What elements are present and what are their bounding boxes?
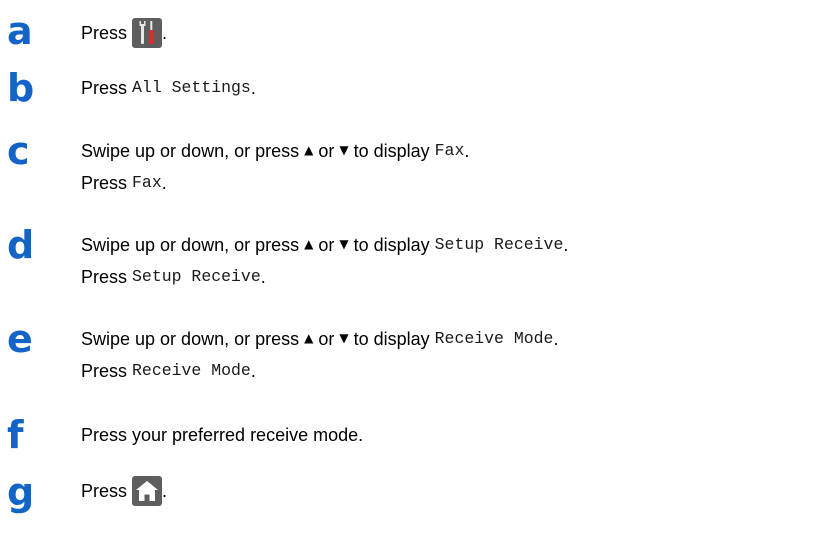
press-label: Press: [81, 267, 128, 287]
instruction-text: Press your preferred receive mode.: [81, 425, 364, 445]
down-arrow-icon: ▼: [339, 331, 349, 345]
menu-option-all-settings: All Settings: [132, 78, 251, 97]
step-letter: c: [7, 129, 30, 173]
or-text: or: [318, 329, 335, 349]
period: .: [162, 481, 168, 501]
step-e-line-1: Swipe up or down, or press ▲ or ▼ to dis…: [81, 328, 558, 350]
step-letter: f: [7, 413, 24, 457]
menu-option-setup-receive: Setup Receive: [434, 235, 564, 254]
period: .: [563, 235, 569, 255]
down-arrow-icon: ▼: [339, 237, 349, 251]
press-label: Press: [81, 23, 128, 43]
step-letter: b: [7, 66, 35, 110]
period: .: [260, 267, 266, 287]
up-arrow-icon: ▲: [304, 237, 314, 251]
step-d-line-1: Swipe up or down, or press ▲ or ▼ to dis…: [81, 234, 568, 256]
press-label: Press: [81, 78, 128, 98]
press-label: Press: [81, 361, 128, 381]
period: .: [250, 361, 256, 381]
period: .: [464, 141, 470, 161]
step-f-line: Press your preferred receive mode.: [81, 424, 363, 446]
step-g-line: Press .: [81, 476, 167, 506]
menu-option-receive-mode: Receive Mode: [434, 329, 554, 348]
menu-option-setup-receive: Setup Receive: [132, 267, 261, 286]
step-c-line-2: Press Fax .: [81, 172, 167, 194]
home-icon: [132, 476, 163, 506]
step-letter: e: [7, 317, 33, 361]
step-a-line: Press .: [81, 18, 167, 48]
or-text: or: [318, 141, 335, 161]
step-e-line-2: Press Receive Mode .: [81, 360, 256, 382]
press-label: Press: [81, 173, 128, 193]
instruction-text: to display: [353, 329, 430, 349]
menu-option-fax: Fax: [434, 141, 465, 160]
instruction-text: Swipe up or down, or press: [81, 329, 300, 349]
instruction-text: to display: [353, 141, 430, 161]
step-c-line-1: Swipe up or down, or press ▲ or ▼ to dis…: [81, 140, 469, 162]
step-letter: a: [7, 9, 33, 53]
up-arrow-icon: ▲: [304, 331, 314, 345]
period: .: [162, 23, 168, 43]
instruction-text: Swipe up or down, or press: [81, 235, 300, 255]
period: .: [553, 329, 559, 349]
instruction-text: to display: [353, 235, 430, 255]
settings-tools-icon: [132, 18, 163, 48]
or-text: or: [318, 235, 335, 255]
up-arrow-icon: ▲: [304, 143, 314, 157]
menu-option-receive-mode: Receive Mode: [132, 361, 251, 380]
press-label: Press: [81, 481, 128, 501]
step-letter: d: [7, 223, 35, 267]
step-letter: g: [7, 470, 35, 514]
down-arrow-icon: ▼: [339, 143, 349, 157]
step-b-line: Press All Settings .: [81, 77, 256, 99]
period: .: [161, 173, 167, 193]
step-d-line-2: Press Setup Receive .: [81, 266, 266, 288]
menu-option-fax: Fax: [132, 173, 162, 192]
instruction-text: Swipe up or down, or press: [81, 141, 300, 161]
period: .: [250, 78, 256, 98]
